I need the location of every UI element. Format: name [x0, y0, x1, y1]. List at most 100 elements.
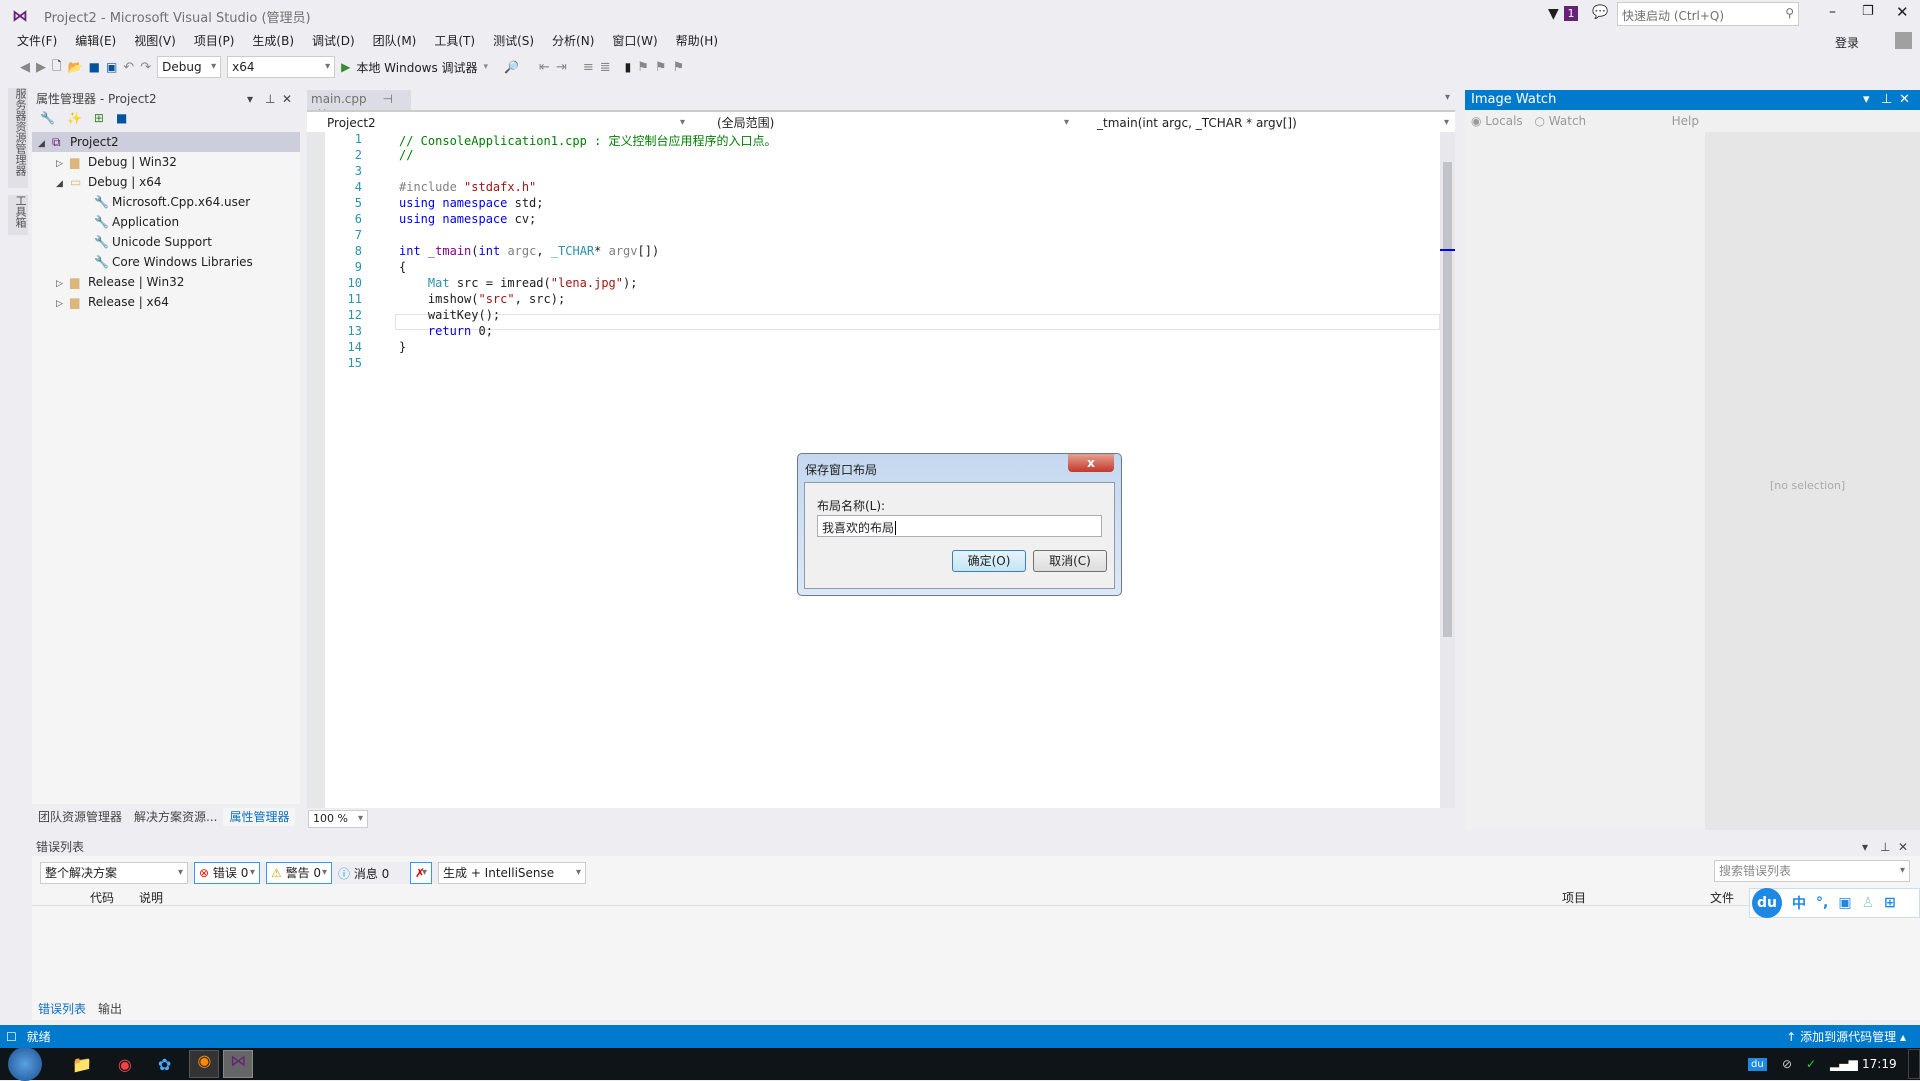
tree-item[interactable]: ▷ ▆ Release | x64 [32, 292, 300, 312]
notification-filter-icon[interactable]: ▼ [1548, 6, 1559, 22]
panel-tab[interactable]: 输出 [92, 1000, 128, 1018]
menu-item[interactable]: 生成(B) [243, 32, 303, 50]
menu-item[interactable]: 文件(F) [8, 32, 66, 50]
close-panel-icon[interactable]: ✕ [282, 90, 292, 108]
column-code[interactable]: 代码 [90, 889, 114, 906]
properties-icon[interactable]: 🔧 [40, 111, 55, 129]
bookmark-clear-icon[interactable]: ⚑ [673, 60, 685, 75]
clear-filter-button[interactable]: ✗ [410, 862, 432, 884]
ime-punctuation[interactable]: °, [1816, 895, 1828, 911]
find-icon[interactable]: 🔎 [504, 60, 519, 74]
close-button[interactable]: ✕ [1896, 3, 1909, 21]
collapse-icon[interactable]: ◢ [38, 134, 52, 154]
add-new-property-sheet-icon[interactable]: ✨ [67, 111, 82, 129]
ok-button[interactable]: 确定(O) [952, 550, 1026, 572]
bookmark-prev-icon[interactable]: ⚑ [637, 60, 649, 75]
explorer-icon[interactable]: 📁 [72, 1055, 92, 1074]
vertical-scrollbar[interactable] [1440, 132, 1455, 808]
save-icon[interactable]: ■ [116, 111, 127, 129]
menu-item[interactable]: 工具(T) [425, 32, 484, 50]
indent-icon[interactable]: ⇤ [539, 60, 550, 75]
visual-studio-icon[interactable]: ⋈ [223, 1050, 254, 1078]
config-select[interactable]: Debug [157, 56, 222, 78]
menu-item[interactable]: 调试(D) [303, 32, 364, 50]
ime-language[interactable]: 中 [1792, 893, 1806, 913]
dropdown-icon[interactable]: ▾ [1862, 838, 1868, 856]
column-description[interactable]: 说明 [139, 889, 163, 906]
dialog-close-button[interactable]: x [1068, 454, 1114, 472]
panel-tab[interactable]: 解决方案资源... [128, 808, 223, 826]
expand-icon[interactable]: ▷ [56, 294, 70, 314]
menu-item[interactable]: 帮助(H) [667, 32, 727, 50]
forward-icon[interactable]: ▶ [36, 60, 46, 75]
tree-item[interactable]: 🔧 Application [32, 212, 300, 232]
tree-item[interactable]: 🔧 Microsoft.Cpp.x64.user [32, 192, 300, 212]
save-icon[interactable]: ■ [89, 60, 100, 74]
column-project[interactable]: 项目 [1562, 889, 1586, 906]
radio-watch[interactable]: ○ Watch [1534, 114, 1586, 128]
editor-tab[interactable]: main.cpp ⊣ ✕ [307, 90, 411, 120]
help-link[interactable]: Help [1672, 114, 1699, 128]
platform-select[interactable]: x64 [227, 56, 336, 78]
uncomment-icon[interactable]: ≣ [600, 60, 611, 75]
start-debug-icon[interactable]: ▶ [341, 60, 350, 74]
errors-filter-button[interactable]: ⊗ 错误 0 [194, 862, 260, 884]
outdent-icon[interactable]: ⇥ [556, 60, 567, 75]
tree-item[interactable]: ◢ ⧉ Project2 [32, 132, 300, 152]
tree-item[interactable]: ▷ ▆ Debug | Win32 [32, 152, 300, 172]
expand-icon[interactable]: ▷ [56, 154, 70, 174]
zoom-select[interactable]: 100 % [308, 810, 368, 828]
collapse-icon[interactable]: ◢ [56, 174, 70, 194]
menu-item[interactable]: 编辑(E) [66, 32, 125, 50]
new-project-icon[interactable]: 🗋 [52, 57, 62, 78]
quick-launch-input[interactable]: 快速启动 (Ctrl+Q) ⚲ [1617, 2, 1799, 26]
minimize-button[interactable]: – [1829, 4, 1836, 20]
dropdown-icon[interactable]: ▾ [1863, 92, 1870, 107]
sign-in-link[interactable]: 登录 [1835, 34, 1859, 51]
cancel-button[interactable]: 取消(C) [1033, 550, 1107, 572]
restore-button[interactable]: ❐ [1862, 4, 1874, 19]
chrome-icon[interactable]: ◉ [118, 1055, 132, 1074]
apps-grid-icon[interactable]: ⊞ [1884, 895, 1896, 911]
side-tab-toolbox[interactable]: 工具箱 [8, 195, 28, 235]
baidu-ime-logo[interactable]: du [1752, 888, 1782, 918]
pin-icon[interactable]: ⊥ [265, 90, 275, 108]
show-desktop-button[interactable] [1908, 1049, 1920, 1079]
error-search-input[interactable]: 搜索错误列表 [1714, 860, 1910, 882]
firefox-icon[interactable]: ◉ [189, 1050, 220, 1078]
tree-item[interactable]: 🔧 Core Windows Libraries [32, 252, 300, 272]
pin-icon[interactable]: ⊥ [1880, 838, 1890, 856]
tray-signal-icon[interactable]: ▂▄▆ [1830, 1057, 1858, 1071]
undo-icon[interactable]: ↶ [123, 60, 134, 75]
radio-locals[interactable]: ◉ Locals [1471, 114, 1523, 128]
panel-tab[interactable]: 属性管理器 [223, 808, 296, 826]
menu-item[interactable]: 团队(M) [364, 32, 426, 50]
messages-filter-button[interactable]: ⓘ 消息 0 [338, 865, 404, 882]
run-button[interactable]: 本地 Windows 调试器 [356, 59, 477, 76]
layout-name-input[interactable]: 我喜欢的布局 [817, 515, 1102, 537]
save-all-icon[interactable]: ▣ [106, 60, 117, 74]
warnings-filter-button[interactable]: ⚠ 警告 0 [266, 862, 332, 884]
comment-icon[interactable]: ≡ [583, 60, 594, 75]
account-avatar[interactable] [1895, 32, 1912, 49]
menu-item[interactable]: 测试(S) [484, 32, 543, 50]
ime-toolbar[interactable]: du 中 °, ▣ ♙ ⊞ [1749, 888, 1920, 918]
menu-item[interactable]: 项目(P) [185, 32, 244, 50]
back-icon[interactable]: ◀ [20, 60, 30, 75]
scope-select[interactable]: 整个解决方案 [40, 862, 188, 884]
pin-icon[interactable]: ⊥ [1881, 92, 1892, 107]
redo-icon[interactable]: ↷ [140, 60, 151, 75]
feedback-icon[interactable]: 💬 [1592, 5, 1608, 20]
side-tab-server-explorer[interactable]: 服务器资源管理器 [8, 88, 28, 188]
panel-tab[interactable]: 错误列表 [32, 1000, 93, 1018]
pin-icon[interactable]: ⊣ [382, 92, 392, 106]
baidu-netdisk-icon[interactable]: ✿ [158, 1055, 171, 1074]
open-icon[interactable]: 📂 [68, 60, 83, 74]
tree-item[interactable]: ◢ ▭ Debug | x64 [32, 172, 300, 192]
notification-badge[interactable]: 1 [1564, 6, 1578, 21]
user-icon[interactable]: ♙ [1862, 895, 1875, 911]
dropdown-icon[interactable]: ▾ [247, 90, 253, 108]
column-file[interactable]: 文件 [1710, 889, 1734, 906]
close-panel-icon[interactable]: ✕ [1899, 92, 1910, 107]
tray-baidu-icon[interactable]: du [1748, 1057, 1767, 1071]
